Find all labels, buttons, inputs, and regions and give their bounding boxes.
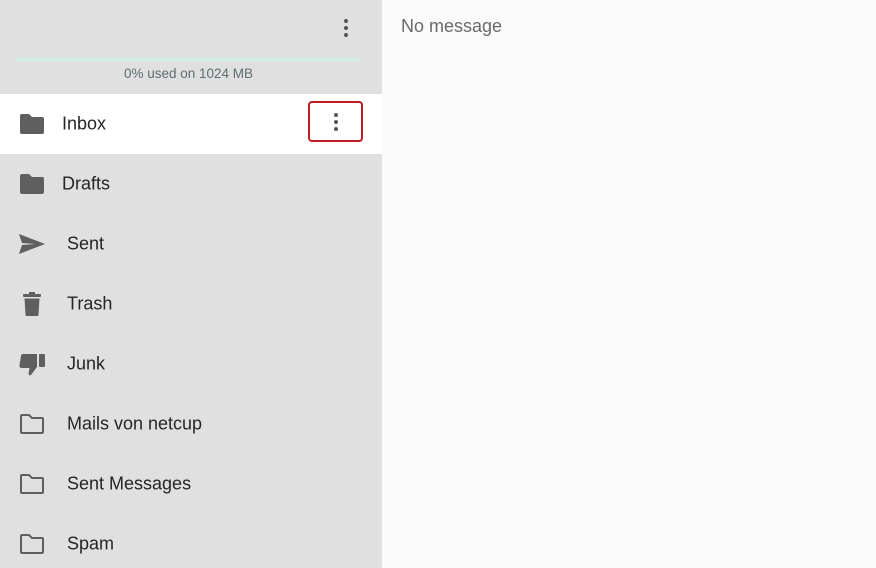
- quota-text: 0% used on 1024 MB: [123, 66, 254, 81]
- folder-menu-button[interactable]: [308, 101, 363, 142]
- folder-label: Drafts: [62, 173, 111, 194]
- folder-item-inbox[interactable]: Inbox: [0, 94, 382, 154]
- folder-item-drafts[interactable]: Drafts: [0, 154, 382, 214]
- quota-progress-bar: [16, 58, 361, 61]
- folder-filled-icon: [18, 110, 46, 138]
- folder-item-sent-messages[interactable]: Sent Messages: [0, 454, 382, 514]
- folder-outline-icon: [18, 410, 46, 438]
- folder-label: Inbox: [62, 113, 107, 134]
- folder-label: Sent: [67, 233, 105, 254]
- folder-list: Inbox Drafts Sent Trash Junk Mails von n…: [0, 94, 382, 568]
- folder-item-trash[interactable]: Trash: [0, 274, 382, 334]
- folder-sidebar: 0% used on 1024 MB Inbox Drafts Sent Tra…: [0, 0, 382, 568]
- folder-item-sent[interactable]: Sent: [0, 214, 382, 274]
- folder-outline-icon: [18, 530, 46, 558]
- folder-label: Spam: [67, 533, 115, 554]
- send-icon: [18, 230, 46, 258]
- empty-message-text: No message: [401, 16, 503, 36]
- folder-label: Junk: [67, 353, 106, 374]
- trash-icon: [18, 290, 46, 318]
- thumbs-down-icon: [18, 350, 46, 378]
- folder-item-spam[interactable]: Spam: [0, 514, 382, 568]
- folder-filled-icon: [18, 170, 46, 198]
- account-menu-button[interactable]: [336, 15, 356, 41]
- folder-item-junk[interactable]: Junk: [0, 334, 382, 394]
- folder-label: Trash: [67, 293, 113, 314]
- mail-app: 0% used on 1024 MB Inbox Drafts Sent Tra…: [0, 0, 876, 568]
- sidebar-header: 0% used on 1024 MB: [0, 0, 382, 94]
- message-view: No message: [382, 0, 876, 568]
- folder-outline-icon: [18, 470, 46, 498]
- more-vertical-icon: [333, 112, 338, 117]
- more-vertical-icon: [344, 19, 348, 23]
- folder-item-mails-von-netcup[interactable]: Mails von netcup: [0, 394, 382, 454]
- folder-label: Mails von netcup: [67, 413, 203, 434]
- folder-label: Sent Messages: [67, 473, 192, 494]
